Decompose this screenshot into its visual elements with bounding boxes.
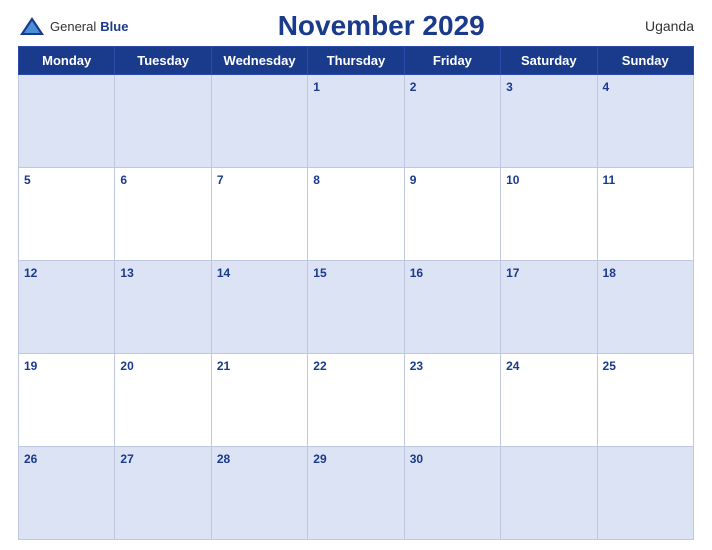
day-number: 21 bbox=[217, 359, 230, 373]
day-number: 10 bbox=[506, 173, 519, 187]
top-bar: General Blue November 2029 Uganda bbox=[18, 10, 694, 42]
calendar-cell: 28 bbox=[211, 447, 307, 540]
weekday-header-wednesday: Wednesday bbox=[211, 47, 307, 75]
day-number: 5 bbox=[24, 173, 31, 187]
calendar-cell bbox=[597, 447, 693, 540]
day-number: 18 bbox=[603, 266, 616, 280]
day-number: 7 bbox=[217, 173, 224, 187]
calendar-cell: 1 bbox=[308, 75, 404, 168]
logo-general-text: General bbox=[50, 19, 96, 34]
calendar-cell: 19 bbox=[19, 354, 115, 447]
calendar-cell: 17 bbox=[501, 261, 597, 354]
day-number: 6 bbox=[120, 173, 127, 187]
logo-icon bbox=[18, 15, 46, 37]
calendar-cell: 4 bbox=[597, 75, 693, 168]
calendar-cell: 22 bbox=[308, 354, 404, 447]
calendar-cell: 13 bbox=[115, 261, 211, 354]
day-number: 17 bbox=[506, 266, 519, 280]
calendar-cell bbox=[211, 75, 307, 168]
day-number: 19 bbox=[24, 359, 37, 373]
day-number: 20 bbox=[120, 359, 133, 373]
day-number: 16 bbox=[410, 266, 423, 280]
day-number: 12 bbox=[24, 266, 37, 280]
calendar-cell: 20 bbox=[115, 354, 211, 447]
calendar-cell: 2 bbox=[404, 75, 500, 168]
day-number: 1 bbox=[313, 80, 320, 94]
calendar-cell bbox=[19, 75, 115, 168]
calendar-cell: 21 bbox=[211, 354, 307, 447]
calendar-cell: 16 bbox=[404, 261, 500, 354]
week-row-1: 1 2 3 4 bbox=[19, 75, 694, 168]
calendar-cell: 3 bbox=[501, 75, 597, 168]
calendar-cell: 25 bbox=[597, 354, 693, 447]
weekday-header-saturday: Saturday bbox=[501, 47, 597, 75]
week-row-3: 12 13 14 15 16 17 18 bbox=[19, 261, 694, 354]
day-number: 8 bbox=[313, 173, 320, 187]
day-number: 9 bbox=[410, 173, 417, 187]
calendar-cell: 14 bbox=[211, 261, 307, 354]
weekday-header-monday: Monday bbox=[19, 47, 115, 75]
calendar-cell: 30 bbox=[404, 447, 500, 540]
day-number: 24 bbox=[506, 359, 519, 373]
calendar-body: 1234567891011121314151617181920212223242… bbox=[19, 75, 694, 540]
day-number: 4 bbox=[603, 80, 610, 94]
day-number: 29 bbox=[313, 452, 326, 466]
weekday-header-tuesday: Tuesday bbox=[115, 47, 211, 75]
day-number: 23 bbox=[410, 359, 423, 373]
calendar-header: MondayTuesdayWednesdayThursdayFridaySatu… bbox=[19, 47, 694, 75]
day-number: 28 bbox=[217, 452, 230, 466]
day-number: 30 bbox=[410, 452, 423, 466]
logo-blue-text: Blue bbox=[100, 19, 128, 34]
calendar-cell: 12 bbox=[19, 261, 115, 354]
day-number: 25 bbox=[603, 359, 616, 373]
calendar-cell: 24 bbox=[501, 354, 597, 447]
calendar-table: MondayTuesdayWednesdayThursdayFridaySatu… bbox=[18, 46, 694, 540]
calendar-cell: 29 bbox=[308, 447, 404, 540]
day-number: 14 bbox=[217, 266, 230, 280]
calendar-cell: 11 bbox=[597, 168, 693, 261]
day-number: 22 bbox=[313, 359, 326, 373]
calendar-title: November 2029 bbox=[128, 10, 634, 42]
calendar-cell: 26 bbox=[19, 447, 115, 540]
day-number: 15 bbox=[313, 266, 326, 280]
day-number: 3 bbox=[506, 80, 513, 94]
day-number: 26 bbox=[24, 452, 37, 466]
calendar-cell: 5 bbox=[19, 168, 115, 261]
country-label: Uganda bbox=[634, 18, 694, 34]
weekday-header-friday: Friday bbox=[404, 47, 500, 75]
calendar-cell: 23 bbox=[404, 354, 500, 447]
weekday-header-thursday: Thursday bbox=[308, 47, 404, 75]
weekday-header-sunday: Sunday bbox=[597, 47, 693, 75]
calendar-cell: 7 bbox=[211, 168, 307, 261]
calendar-cell: 10 bbox=[501, 168, 597, 261]
week-row-5: 26 27 28 29 30 bbox=[19, 447, 694, 540]
day-number: 2 bbox=[410, 80, 417, 94]
logo-area: General Blue bbox=[18, 15, 128, 37]
calendar-cell: 8 bbox=[308, 168, 404, 261]
calendar-cell: 15 bbox=[308, 261, 404, 354]
calendar-cell: 9 bbox=[404, 168, 500, 261]
calendar-cell bbox=[501, 447, 597, 540]
day-number: 27 bbox=[120, 452, 133, 466]
calendar-cell: 6 bbox=[115, 168, 211, 261]
calendar-cell: 27 bbox=[115, 447, 211, 540]
week-row-4: 19 20 21 22 23 24 25 bbox=[19, 354, 694, 447]
day-number: 13 bbox=[120, 266, 133, 280]
calendar-cell: 18 bbox=[597, 261, 693, 354]
calendar-cell bbox=[115, 75, 211, 168]
day-number: 11 bbox=[603, 173, 616, 187]
week-row-2: 5 6 7 8 9 10 11 bbox=[19, 168, 694, 261]
weekday-row: MondayTuesdayWednesdayThursdayFridaySatu… bbox=[19, 47, 694, 75]
